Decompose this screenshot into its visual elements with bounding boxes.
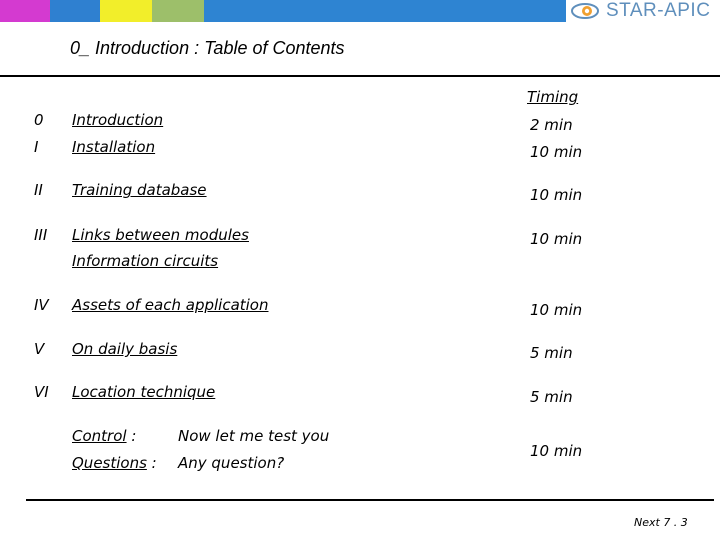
row-timing: 10 min xyxy=(530,301,583,319)
row-timing: 10 min xyxy=(530,230,583,248)
row-timing: 5 min xyxy=(530,344,573,362)
color-block-wide-blue xyxy=(204,0,566,22)
row-number: I xyxy=(34,138,39,156)
row-number: II xyxy=(34,181,43,199)
control-link[interactable]: Control xyxy=(72,427,127,445)
toc-link[interactable]: Location technique xyxy=(72,383,215,401)
timing-column-header: Timing xyxy=(527,88,579,106)
toc-link[interactable]: Information circuits xyxy=(72,252,218,270)
toc-link[interactable]: Introduction xyxy=(72,111,163,129)
toc-link[interactable]: Assets of each application xyxy=(72,296,269,314)
row-number: III xyxy=(34,226,48,244)
row-number: 0 xyxy=(34,111,44,129)
toc-link[interactable]: Training database xyxy=(72,181,207,199)
toc-link[interactable]: Installation xyxy=(72,138,155,156)
row-timing: 5 min xyxy=(530,388,573,406)
row-number: VI xyxy=(34,383,49,401)
divider-bottom xyxy=(26,499,714,501)
brand-logo: STAR-APIC xyxy=(566,0,720,22)
next-page-link[interactable]: Next 7 . 3 xyxy=(634,516,688,529)
closing-timing: 10 min xyxy=(530,442,583,460)
logo-swirl-icon xyxy=(571,3,599,19)
divider-top xyxy=(0,75,720,77)
page-title: 0_ Introduction : Table of Contents xyxy=(70,38,345,58)
questions-label: Questions : xyxy=(72,454,157,472)
questions-suffix: : xyxy=(146,454,157,472)
row-number: V xyxy=(34,340,45,358)
row-timing: 10 min xyxy=(530,143,583,161)
control-suffix: : xyxy=(126,427,137,445)
brand-name: STAR-APIC xyxy=(606,0,711,21)
row-number: IV xyxy=(34,296,49,314)
toc-link[interactable]: Links between modules xyxy=(72,226,249,244)
questions-link[interactable]: Questions xyxy=(72,454,147,472)
row-timing: 2 min xyxy=(530,116,573,134)
control-text: Now let me test you xyxy=(178,427,330,445)
questions-text: Any question? xyxy=(178,454,285,472)
color-block-blue xyxy=(50,0,100,22)
color-block-green xyxy=(152,0,204,22)
row-timing: 10 min xyxy=(530,186,583,204)
control-label: Control : xyxy=(72,427,136,445)
header-bar: STAR-APIC xyxy=(0,0,720,22)
color-block-magenta xyxy=(0,0,50,22)
color-block-yellow xyxy=(100,0,152,22)
toc-link[interactable]: On daily basis xyxy=(72,340,177,358)
